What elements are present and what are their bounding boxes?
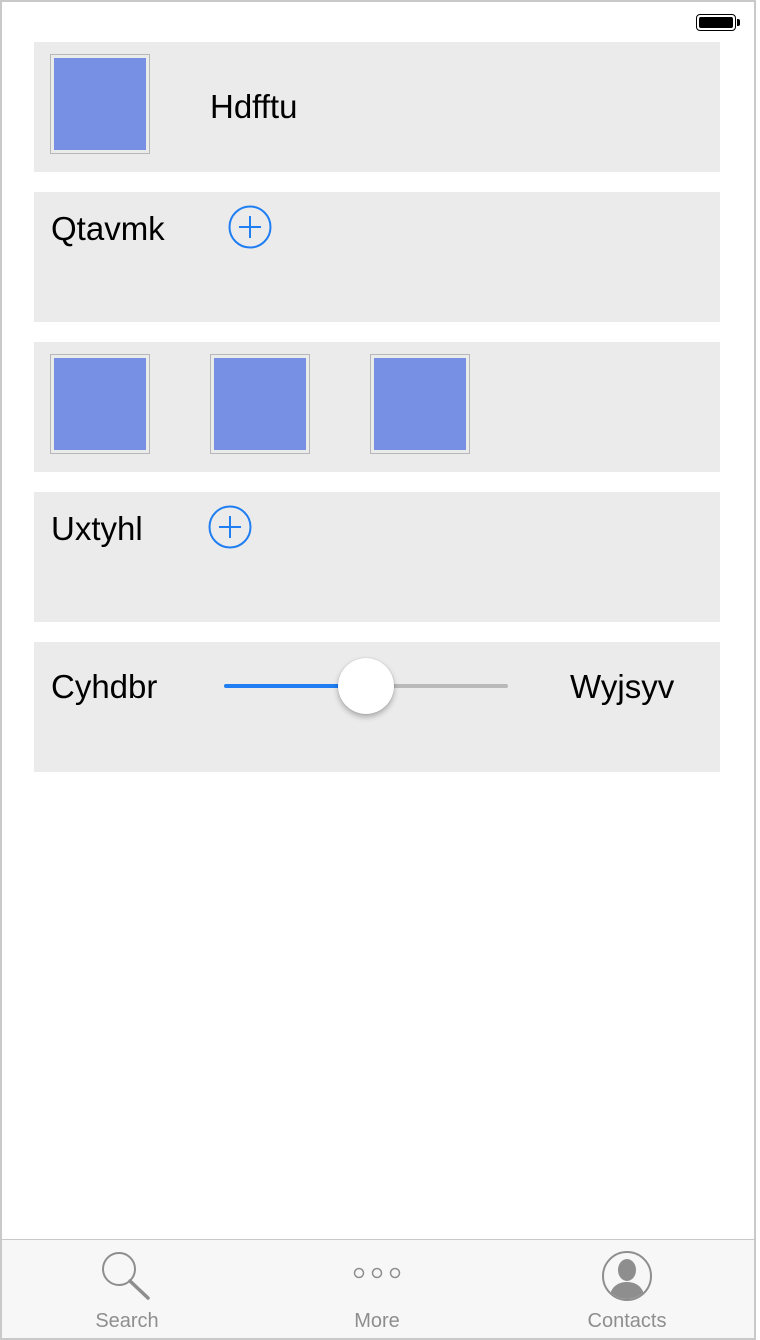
contact-person-icon — [601, 1250, 653, 1307]
tab-contacts-label: Contacts — [587, 1310, 667, 1332]
image-thumbnail[interactable] — [50, 54, 150, 154]
plus-circle-icon[interactable] — [228, 205, 272, 249]
row-card-1: Hdfftu — [34, 42, 720, 172]
tab-more[interactable]: More — [252, 1240, 502, 1338]
battery-icon — [696, 14, 740, 31]
image-thumbnail-1[interactable] — [50, 354, 150, 454]
row-card-3 — [34, 342, 720, 472]
tab-contacts[interactable]: Contacts — [502, 1240, 752, 1338]
row-card-2: Qtavmk — [34, 192, 720, 322]
image-thumbnail-3[interactable] — [370, 354, 470, 454]
row-card-4: Uxtyhl — [34, 492, 720, 622]
magnifier-icon — [100, 1250, 154, 1305]
row-2-label: Qtavmk — [51, 210, 165, 247]
more-dots-icon — [352, 1266, 402, 1285]
phone-screen: Hdfftu Qtavmk Uxtyhl Cyhdbr Wyjsyv Searc… — [0, 0, 756, 1340]
slider-min-label: Cyhdbr — [51, 668, 158, 705]
tab-more-label: More — [354, 1310, 400, 1332]
row-card-5: Cyhdbr Wyjsyv — [34, 642, 720, 772]
slider-max-label: Wyjsyv — [570, 668, 675, 705]
tab-bar: Search More Contacts — [2, 1239, 754, 1338]
tab-search-label: Search — [95, 1310, 159, 1332]
row-1-label: Hdfftu — [210, 88, 298, 125]
slider-thumb[interactable] — [338, 658, 394, 714]
tab-search[interactable]: Search — [2, 1240, 252, 1338]
row-4-label: Uxtyhl — [51, 510, 143, 547]
image-thumbnail-2[interactable] — [210, 354, 310, 454]
plus-circle-icon[interactable] — [208, 505, 252, 549]
